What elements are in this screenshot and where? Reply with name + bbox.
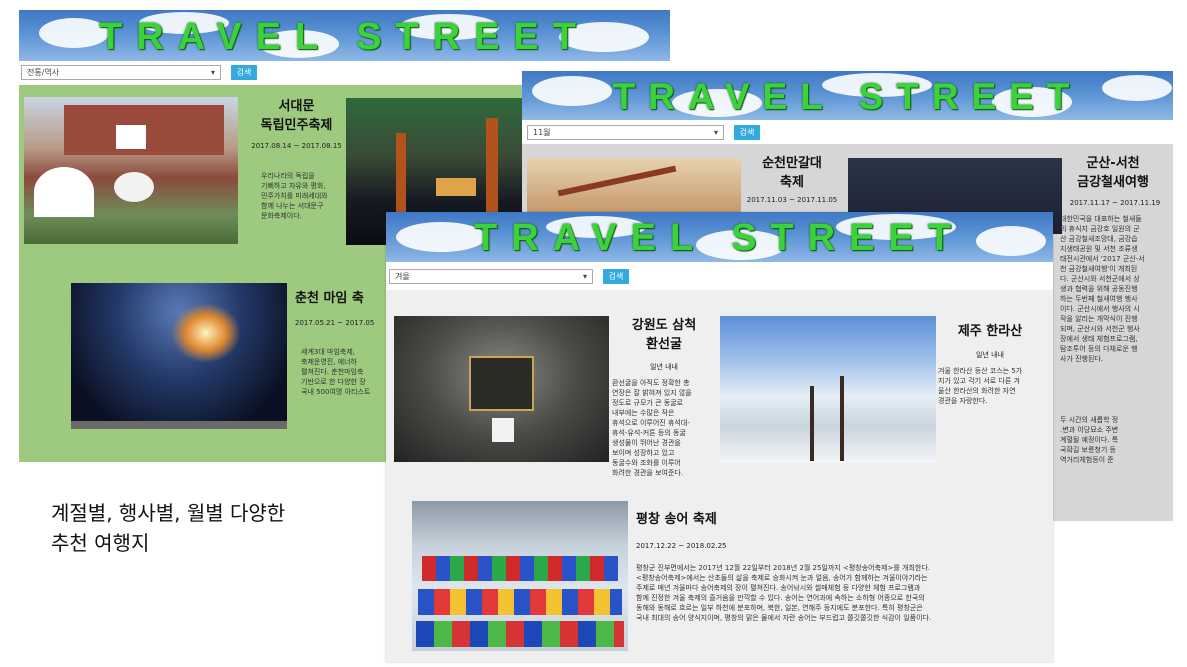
festival-photo (24, 97, 238, 244)
search-button[interactable]: 검색 (231, 64, 257, 80)
chevron-down-icon: ▾ (713, 127, 718, 137)
card-title: 순천만갈대 축제 (762, 156, 822, 190)
card-date: 2017.12.22 ~ 2018.02.25 (636, 542, 727, 550)
card-date: 2017.08.14 ~ 2017.08.15 (251, 142, 342, 150)
filter-bar: 11월 ▾ 검색 (522, 120, 1173, 144)
card-title: 강원도 삼척 환선굴 (631, 318, 697, 352)
card-date: 2017.11.17 ~ 2017.11.19 (1069, 199, 1161, 207)
chevron-down-icon: ▾ (210, 67, 215, 77)
card-description: 평창군 진부면에서는 2017년 12월 22일부터 2018년 2월 25일까… (636, 564, 932, 622)
site-title: TRAVEL STREET (612, 76, 1083, 117)
chevron-down-icon: ▾ (582, 271, 587, 281)
card-period: 일년 내내 (976, 351, 1004, 359)
search-button[interactable]: 검색 (734, 124, 760, 140)
content-area: 강원도 삼척 환선굴 일년 내내 환선굴을 아직도 정확한 총 연장은 잘 밝혀… (386, 290, 1053, 662)
card-period: 일년 내내 (650, 363, 678, 371)
cave-photo (394, 316, 609, 462)
card-title: 군산-서천 금강철새여행 (1077, 156, 1149, 190)
search-button[interactable]: 검색 (603, 268, 629, 284)
card-title: 서대문 독립민주축제 (260, 99, 333, 133)
filter-bar: 겨울 ▾ 검색 (386, 262, 1053, 290)
site-title: TRAVEL STREET (474, 217, 965, 259)
site-title: TRAVEL STREET (99, 16, 590, 58)
card-description: 환선굴을 아직도 정확한 총 연장은 잘 밝혀져 있지 않을 정도로 규모가 큰… (612, 379, 692, 477)
card-description: 겨울 한라산 등산 코스는 5가 지가 있고 각기 서로 다른 겨 울산 한라산… (938, 367, 1023, 405)
fire-performance-photo (71, 283, 287, 429)
mudflat-boardwalk-photo (527, 158, 741, 212)
slide-caption: 계절별, 행사별, 월별 다양한 추천 여행지 (51, 501, 286, 555)
month-select[interactable]: 11월 ▾ (527, 124, 724, 140)
card-title: 평창 송어 축제 (636, 512, 717, 527)
card-date: 2017.11.03 ~ 2017.11.05 (746, 196, 838, 204)
season-select[interactable]: 겨울 ▾ (389, 268, 593, 284)
card-title: 춘천 마임 축 (295, 291, 364, 306)
site-banner: TRAVEL STREET (19, 10, 670, 61)
screenshot-winter: TRAVEL STREET 겨울 ▾ 검색 강원도 삼척 환선굴 일년 내내 환선… (386, 212, 1053, 662)
category-select[interactable]: 전통/역사 ▾ (21, 64, 221, 80)
snow-mountain-photo (720, 316, 936, 463)
card-description: 대한민국을 대표하는 철새들 의 휴식지 금강호 일원의 군 산 금강철새조망대… (1060, 215, 1145, 363)
site-banner: TRAVEL STREET (386, 212, 1053, 262)
card-description: 두 시간의 새롭학 정 .변과 이당묘소 주변 계혈될 예정이다. 특 국확길 … (1060, 416, 1119, 464)
card-title: 제주 한라산 (957, 324, 1023, 339)
site-banner: TRAVEL STREET (522, 71, 1173, 120)
card-description: 세계3대 마임축제, 축제운영진, 에너하 펼쳐진다. 춘천마임축 기반으로 한… (301, 348, 371, 396)
slide: TRAVEL STREET 전통/역사 ▾ 검색 서대문 독립민주축제 2017.… (0, 0, 1187, 667)
ice-fishing-photo (412, 501, 628, 651)
card-description: 우리나라의 독립을 기뻐하고 자유와 평화, 민주가치를 미래세대와 함께 나누… (261, 172, 328, 220)
